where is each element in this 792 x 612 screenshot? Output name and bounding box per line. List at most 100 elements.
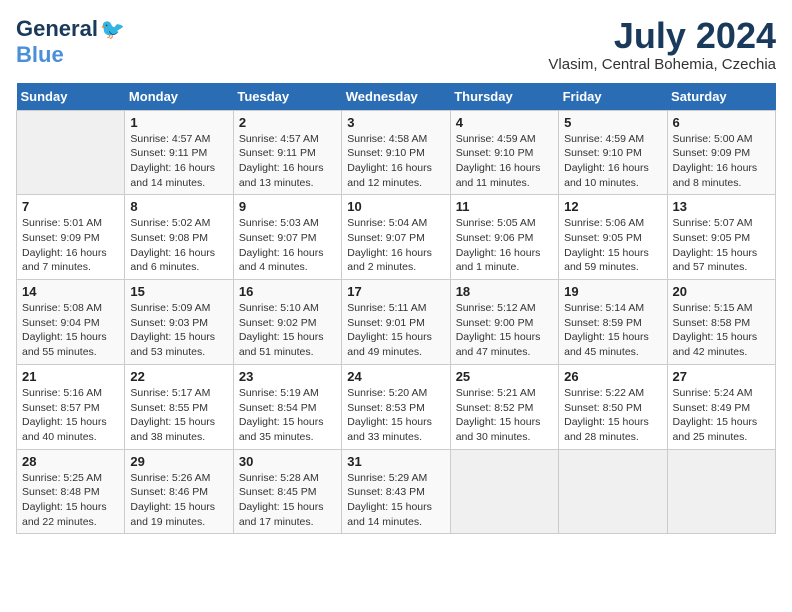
day-info: Sunrise: 5:11 AMSunset: 9:01 PMDaylight:… — [347, 301, 444, 360]
calendar-cell — [450, 449, 558, 534]
day-number: 27 — [673, 369, 770, 384]
calendar-cell: 9Sunrise: 5:03 AMSunset: 9:07 PMDaylight… — [233, 195, 341, 280]
page-header: General 🐦 Blue July 2024 Vlasim, Central… — [16, 16, 776, 73]
day-number: 4 — [456, 115, 553, 130]
title-block: July 2024 Vlasim, Central Bohemia, Czech… — [548, 16, 776, 73]
week-row: 1Sunrise: 4:57 AMSunset: 9:11 PMDaylight… — [17, 110, 776, 195]
day-number: 20 — [673, 284, 770, 299]
calendar-cell — [667, 449, 775, 534]
calendar-cell: 17 Sunrise: 5:11 AMSunset: 9:01 PMDayligh… — [342, 280, 450, 365]
calendar-cell: 13 Sunrise: 5:07 AMSunset: 9:05 PMDayligh… — [667, 195, 775, 280]
day-info: Sunrise: 5:20 AMSunset: 8:53 PMDaylight:… — [347, 386, 444, 445]
day-info: Sunrise: 5:24 AMSunset: 8:49 PMDaylight:… — [673, 386, 770, 445]
day-info: Sunrise: 4:59 AMSunset: 9:10 PMDaylight:… — [564, 132, 661, 191]
day-info: Sunrise: 5:07 AMSunset: 9:05 PMDaylight:… — [673, 216, 770, 275]
day-info: Sunrise: 5:01 AMSunset: 9:09 PMDaylight:… — [22, 216, 119, 275]
day-number: 18 — [456, 284, 553, 299]
day-number: 9 — [239, 199, 336, 214]
day-number: 24 — [347, 369, 444, 384]
day-number: 21 — [22, 369, 119, 384]
day-number: 3 — [347, 115, 444, 130]
day-info: Sunrise: 4:57 AMSunset: 9:11 PMDaylight:… — [239, 132, 336, 191]
day-info: Sunrise: 4:59 AMSunset: 9:10 PMDaylight:… — [456, 132, 553, 191]
day-info: Sunrise: 5:29 AMSunset: 8:43 PMDaylight:… — [347, 471, 444, 530]
day-info: Sunrise: 5:12 AMSunset: 9:00 PMDaylight:… — [456, 301, 553, 360]
calendar-cell: 3 Sunrise: 4:58 AMSunset: 9:10 PMDaylight… — [342, 110, 450, 195]
day-info: Sunrise: 4:57 AMSunset: 9:11 PMDaylight:… — [130, 132, 227, 191]
calendar-cell: 7 Sunrise: 5:01 AMSunset: 9:09 PMDaylight… — [17, 195, 125, 280]
logo-bird-icon: 🐦 — [100, 17, 125, 42]
col-header-sunday: Sunday — [17, 83, 125, 111]
calendar-cell: 28 Sunrise: 5:25 AMSunset: 8:48 PMDayligh… — [17, 449, 125, 534]
calendar-cell: 14Sunrise: 5:08 AMSunset: 9:04 PMDayligh… — [17, 280, 125, 365]
calendar-cell: 24 Sunrise: 5:20 AMSunset: 8:53 PMDayligh… — [342, 364, 450, 449]
logo-general: General — [16, 16, 98, 42]
day-info: Sunrise: 5:05 AMSunset: 9:06 PMDaylight:… — [456, 216, 553, 275]
calendar-cell: 1Sunrise: 4:57 AMSunset: 9:11 PMDaylight… — [125, 110, 233, 195]
day-number: 26 — [564, 369, 661, 384]
calendar-cell: 20 Sunrise: 5:15 AMSunset: 8:58 PMDayligh… — [667, 280, 775, 365]
day-info: Sunrise: 5:04 AMSunset: 9:07 PMDaylight:… — [347, 216, 444, 275]
day-info: Sunrise: 5:19 AMSunset: 8:54 PMDaylight:… — [239, 386, 336, 445]
calendar-cell — [17, 110, 125, 195]
calendar-cell: 8Sunrise: 5:02 AMSunset: 9:08 PMDaylight… — [125, 195, 233, 280]
calendar-cell: 21 Sunrise: 5:16 AMSunset: 8:57 PMDayligh… — [17, 364, 125, 449]
calendar-cell: 15 Sunrise: 5:09 AMSunset: 9:03 PMDayligh… — [125, 280, 233, 365]
day-number: 10 — [347, 199, 444, 214]
calendar-table: SundayMondayTuesdayWednesdayThursdayFrid… — [16, 83, 776, 535]
calendar-cell: 25 Sunrise: 5:21 AMSunset: 8:52 PMDayligh… — [450, 364, 558, 449]
calendar-cell: 12Sunrise: 5:06 AMSunset: 9:05 PMDayligh… — [559, 195, 667, 280]
day-number: 31 — [347, 454, 444, 469]
day-info: Sunrise: 4:58 AMSunset: 9:10 PMDaylight:… — [347, 132, 444, 191]
col-header-wednesday: Wednesday — [342, 83, 450, 111]
calendar-cell: 16 Sunrise: 5:10 AMSunset: 9:02 PMDayligh… — [233, 280, 341, 365]
col-header-thursday: Thursday — [450, 83, 558, 111]
day-info: Sunrise: 5:10 AMSunset: 9:02 PMDaylight:… — [239, 301, 336, 360]
day-info: Sunrise: 5:14 AMSunset: 8:59 PMDaylight:… — [564, 301, 661, 360]
day-info: Sunrise: 5:26 AMSunset: 8:46 PMDaylight:… — [130, 471, 227, 530]
calendar-cell: 11 Sunrise: 5:05 AMSunset: 9:06 PMDayligh… — [450, 195, 558, 280]
calendar-cell — [559, 449, 667, 534]
col-header-monday: Monday — [125, 83, 233, 111]
day-info: Sunrise: 5:28 AMSunset: 8:45 PMDaylight:… — [239, 471, 336, 530]
calendar-cell: 26 Sunrise: 5:22 AMSunset: 8:50 PMDayligh… — [559, 364, 667, 449]
col-header-tuesday: Tuesday — [233, 83, 341, 111]
logo-blue: Blue — [16, 42, 64, 67]
day-number: 14 — [22, 284, 119, 299]
calendar-cell: 30 Sunrise: 5:28 AMSunset: 8:45 PMDayligh… — [233, 449, 341, 534]
day-number: 6 — [673, 115, 770, 130]
day-number: 13 — [673, 199, 770, 214]
day-info: Sunrise: 5:06 AMSunset: 9:05 PMDaylight:… — [564, 216, 661, 275]
calendar-cell: 31 Sunrise: 5:29 AMSunset: 8:43 PMDayligh… — [342, 449, 450, 534]
calendar-cell: 4 Sunrise: 4:59 AMSunset: 9:10 PMDaylight… — [450, 110, 558, 195]
day-number: 7 — [22, 199, 119, 214]
day-number: 15 — [130, 284, 227, 299]
day-number: 8 — [130, 199, 227, 214]
day-info: Sunrise: 5:09 AMSunset: 9:03 PMDaylight:… — [130, 301, 227, 360]
day-info: Sunrise: 5:15 AMSunset: 8:58 PMDaylight:… — [673, 301, 770, 360]
week-row: 14Sunrise: 5:08 AMSunset: 9:04 PMDayligh… — [17, 280, 776, 365]
calendar-cell: 29 Sunrise: 5:26 AMSunset: 8:46 PMDayligh… — [125, 449, 233, 534]
day-number: 29 — [130, 454, 227, 469]
calendar-cell: 19Sunrise: 5:14 AMSunset: 8:59 PMDayligh… — [559, 280, 667, 365]
day-info: Sunrise: 5:21 AMSunset: 8:52 PMDaylight:… — [456, 386, 553, 445]
day-number: 11 — [456, 199, 553, 214]
day-number: 5 — [564, 115, 661, 130]
calendar-cell: 2Sunrise: 4:57 AMSunset: 9:11 PMDaylight… — [233, 110, 341, 195]
week-row: 21 Sunrise: 5:16 AMSunset: 8:57 PMDayligh… — [17, 364, 776, 449]
day-info: Sunrise: 5:16 AMSunset: 8:57 PMDaylight:… — [22, 386, 119, 445]
day-number: 17 — [347, 284, 444, 299]
day-number: 22 — [130, 369, 227, 384]
week-row: 28 Sunrise: 5:25 AMSunset: 8:48 PMDayligh… — [17, 449, 776, 534]
day-number: 28 — [22, 454, 119, 469]
day-number: 16 — [239, 284, 336, 299]
month-title: July 2024 — [548, 16, 776, 56]
day-number: 25 — [456, 369, 553, 384]
logo: General 🐦 Blue — [16, 16, 125, 68]
day-info: Sunrise: 5:22 AMSunset: 8:50 PMDaylight:… — [564, 386, 661, 445]
calendar-cell: 10 Sunrise: 5:04 AMSunset: 9:07 PMDayligh… — [342, 195, 450, 280]
calendar-cell: 5 Sunrise: 4:59 AMSunset: 9:10 PMDaylight… — [559, 110, 667, 195]
day-info: Sunrise: 5:25 AMSunset: 8:48 PMDaylight:… — [22, 471, 119, 530]
col-header-friday: Friday — [559, 83, 667, 111]
day-number: 30 — [239, 454, 336, 469]
